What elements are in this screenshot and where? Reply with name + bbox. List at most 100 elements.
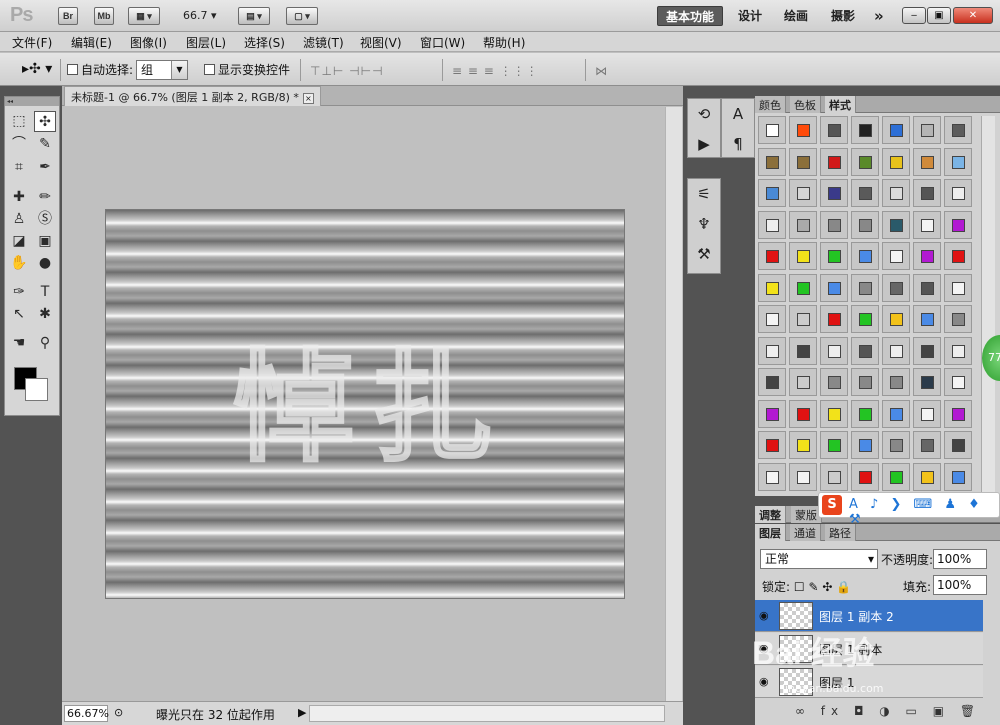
style-swatch[interactable] (944, 399, 972, 428)
style-swatch[interactable] (789, 368, 817, 396)
style-swatch[interactable] (913, 116, 941, 144)
move-tool-icon[interactable]: ✣ (34, 111, 56, 132)
style-swatch[interactable] (851, 116, 879, 144)
menu-edit[interactable]: 编辑(E) (71, 34, 112, 51)
hand-tool-icon[interactable]: ☚ (8, 333, 30, 354)
style-swatch[interactable] (851, 368, 879, 396)
fill-field[interactable]: 100% (933, 575, 987, 595)
align-buttons-icon[interactable]: ⊤⊥⊢ ⊣⊢⊣ (310, 64, 384, 78)
image-canvas[interactable]: 悼扎 (105, 209, 625, 599)
style-swatch[interactable] (882, 242, 910, 270)
opacity-field[interactable]: 100% (933, 549, 987, 569)
style-swatch[interactable] (758, 399, 786, 428)
menu-select[interactable]: 选择(S) (244, 34, 285, 51)
shape-tool-icon[interactable]: ✱ (34, 304, 56, 325)
zoom-level[interactable]: 66.7 ▾ (183, 9, 217, 22)
style-swatch[interactable] (913, 368, 941, 396)
history-panel-icon[interactable]: ⟲ (688, 99, 720, 129)
healing-brush-tool-icon[interactable]: ✚ (8, 187, 30, 208)
style-swatch[interactable] (789, 179, 817, 207)
tab-swatches[interactable]: 色板 (790, 96, 821, 113)
style-swatch[interactable] (758, 116, 786, 144)
style-swatch[interactable] (882, 210, 910, 239)
style-swatch[interactable] (820, 399, 848, 428)
style-swatch[interactable] (820, 179, 848, 207)
style-swatch[interactable] (851, 242, 879, 270)
style-swatch[interactable] (882, 273, 910, 302)
style-swatch[interactable] (913, 431, 941, 459)
style-swatch[interactable] (851, 179, 879, 207)
style-swatch[interactable] (789, 147, 817, 176)
brush-presets-panel-icon[interactable]: ⚟ (688, 179, 720, 209)
style-swatch[interactable] (851, 431, 879, 459)
auto-select-dropdown[interactable]: 组 ▼ (136, 60, 188, 80)
style-swatch[interactable] (882, 179, 910, 207)
lasso-tool-icon[interactable]: ⌒ (8, 134, 30, 155)
tab-styles[interactable]: 样式 (825, 96, 856, 113)
style-swatch[interactable] (913, 147, 941, 176)
style-swatch[interactable] (851, 399, 879, 428)
path-selection-tool-icon[interactable]: ↖ (8, 304, 30, 325)
arrange-documents-button[interactable]: ▤ ▾ (238, 7, 270, 25)
style-swatch[interactable] (944, 116, 972, 144)
bridge-button[interactable]: Br (58, 7, 78, 25)
auto-align-icon[interactable]: ⋈ (595, 64, 608, 78)
style-swatch[interactable] (882, 368, 910, 396)
style-swatch[interactable] (944, 368, 972, 396)
vertical-scrollbar[interactable] (665, 107, 682, 702)
style-swatch[interactable] (913, 399, 941, 428)
style-swatch[interactable] (789, 210, 817, 239)
distribute-buttons-icon[interactable]: ≡ ≡ ≡ ⋮⋮⋮ (452, 64, 539, 78)
eraser-tool-icon[interactable]: ◪ (8, 231, 30, 252)
styles-scrollbar[interactable] (981, 116, 995, 496)
style-swatch[interactable] (851, 336, 879, 365)
style-swatch[interactable] (882, 147, 910, 176)
screen-mode-button[interactable]: ▢ ▾ (286, 7, 318, 25)
crop-tool-icon[interactable]: ⌗ (8, 157, 30, 178)
style-swatch[interactable] (758, 305, 786, 333)
maximize-button[interactable]: ▣ (927, 7, 951, 24)
minimize-button[interactable]: ‒ (902, 7, 926, 24)
style-swatch[interactable] (851, 273, 879, 302)
workspace-photography[interactable]: 摄影 (823, 6, 863, 26)
style-swatch[interactable] (789, 399, 817, 428)
style-swatch[interactable] (789, 242, 817, 270)
dodge-tool-icon[interactable]: ● (34, 253, 56, 274)
menu-image[interactable]: 图像(I) (130, 34, 167, 51)
style-swatch[interactable] (789, 116, 817, 144)
menu-filter[interactable]: 滤镜(T) (303, 34, 344, 51)
style-swatch[interactable] (944, 305, 972, 333)
blend-mode-dropdown[interactable]: 正常 ▾ (760, 549, 878, 569)
mini-bridge-button[interactable]: Mb (94, 7, 114, 25)
eye-icon[interactable]: ◉ (759, 609, 772, 622)
more-workspaces-button[interactable]: » (866, 6, 892, 26)
style-swatch[interactable] (851, 305, 879, 333)
style-swatch[interactable] (944, 273, 972, 302)
style-swatch[interactable] (913, 242, 941, 270)
style-swatch[interactable] (913, 462, 941, 491)
style-swatch[interactable] (820, 116, 848, 144)
style-swatch[interactable] (944, 242, 972, 270)
tool-presets-panel-icon[interactable]: ⚒ (688, 239, 720, 269)
style-swatch[interactable] (820, 462, 848, 491)
blur-tool-icon[interactable]: ✋ (8, 253, 30, 274)
eyedropper-tool-icon[interactable]: ✒ (34, 157, 56, 178)
character-panel-icon[interactable]: A (722, 99, 754, 129)
show-transform-checkbox[interactable] (204, 64, 215, 75)
style-swatch[interactable] (913, 273, 941, 302)
style-swatch[interactable] (758, 336, 786, 365)
auto-select-checkbox[interactable] (67, 64, 78, 75)
type-tool-icon[interactable]: T (34, 282, 56, 303)
menu-layer[interactable]: 图层(L) (186, 34, 226, 51)
workspace-essentials[interactable]: 基本功能 (657, 6, 724, 26)
background-color-swatch[interactable] (25, 378, 48, 401)
style-swatch[interactable] (820, 305, 848, 333)
style-swatch[interactable] (820, 210, 848, 239)
style-swatch[interactable] (789, 431, 817, 459)
style-swatch[interactable] (851, 147, 879, 176)
zoom-field[interactable]: 66.67% (64, 705, 109, 722)
style-swatch[interactable] (789, 273, 817, 302)
style-swatch[interactable] (882, 431, 910, 459)
style-swatch[interactable] (882, 462, 910, 491)
actions-panel-icon[interactable]: ▶ (688, 129, 720, 159)
